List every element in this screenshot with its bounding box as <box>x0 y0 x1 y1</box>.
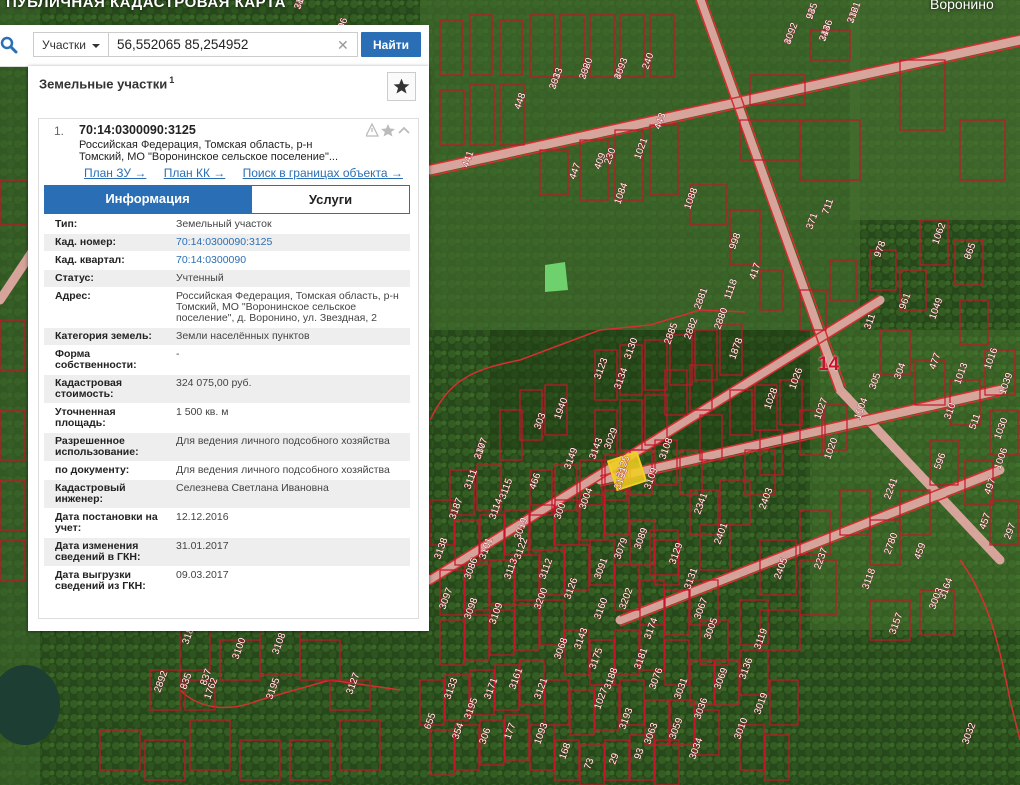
info-row-value: 324 075,00 руб. <box>176 377 252 389</box>
result-cad-number[interactable]: 70:14:0300090:3125 <box>79 123 196 137</box>
search-icon[interactable] <box>0 36 18 54</box>
collapse-icon[interactable] <box>398 126 410 134</box>
info-row-key: Кад. квартал: <box>55 254 125 266</box>
info-row: Дата изменения сведений в ГКН: 31.01.2017 <box>44 538 410 567</box>
info-row-value[interactable]: 70:14:0300090 <box>164 252 410 269</box>
info-row-value: Для ведения личного подсобного хозяйства <box>176 435 390 447</box>
info-row: Кад. номер: 70:14:0300090:3125 <box>44 234 410 252</box>
info-row-key: Уточненная площадь: <box>55 406 116 429</box>
info-row-key: Тип: <box>55 218 78 230</box>
find-button[interactable]: Найти <box>361 32 421 57</box>
results-count: 1 <box>169 75 175 85</box>
search-category-select[interactable]: Участки <box>33 32 109 57</box>
info-row-value: - <box>176 348 180 360</box>
info-row-value: Учтенный <box>176 272 224 284</box>
info-row-key: Дата выгрузки сведений из ГКН: <box>55 569 146 592</box>
info-row-key: по документу: <box>55 464 130 476</box>
info-row: Форма собственности: - <box>44 346 410 375</box>
result-card: 1. 70:14:0300090:3125 Российская Федерац… <box>38 118 419 619</box>
card-actions <box>366 123 410 137</box>
info-row-key: Адрес: <box>55 290 91 302</box>
info-row-key: Кадастровая стоимость: <box>55 377 122 400</box>
info-row-value: Земельный участок <box>176 218 272 230</box>
info-row-value: Для ведения личного подсобного хозяйства <box>176 464 390 476</box>
result-index: 1. <box>54 124 65 138</box>
panel-title-text: Земельные участки <box>39 76 168 92</box>
info-row: Дата постановки на учет: 12.12.2016 <box>44 509 410 538</box>
info-row: Статус: Учтенный <box>44 270 410 288</box>
info-row: Кад. квартал: 70:14:0300090 <box>44 252 410 270</box>
info-row: Кадастровая стоимость: 324 075,00 руб. <box>44 375 410 404</box>
results-panel: Земельные участки 1 1. 70:14:0300090:3125… <box>28 66 429 631</box>
cadastral-quarter-label: 14 <box>818 354 840 375</box>
info-row-value: Российская Федерация, Томская область, р… <box>176 290 399 324</box>
info-row-value: 12.12.2016 <box>176 511 229 523</box>
search-in-bounds-link[interactable]: Поиск в границах объекта → <box>243 166 403 180</box>
village-name: Воронино <box>930 0 994 12</box>
chevron-down-icon <box>92 44 100 48</box>
info-row: Кадастровый инженер: Селезнева Светлана И… <box>44 480 410 509</box>
info-row-key: Форма собственности: <box>55 348 137 371</box>
star-icon <box>393 78 410 94</box>
info-row-value[interactable]: 70:14:0300090:3125 <box>164 234 410 251</box>
info-row: Тип: Земельный участок <box>44 216 410 234</box>
info-row: Уточненная площадь: 1 500 кв. м <box>44 404 410 433</box>
plan-zu-link[interactable]: План ЗУ → <box>84 166 146 180</box>
plan-kk-link[interactable]: План КК → <box>164 166 226 180</box>
clear-icon[interactable]: ✕ <box>337 37 349 54</box>
info-row-value: 1 500 кв. м <box>176 406 229 418</box>
info-row-key: Дата постановки на учет: <box>55 511 158 534</box>
info-row-value: 31.01.2017 <box>176 540 229 552</box>
info-row: по документу: Для ведения личного подсобн… <box>44 462 410 480</box>
search-input[interactable] <box>108 32 358 57</box>
info-row-value: 09.03.2017 <box>176 569 229 581</box>
favorites-button[interactable] <box>387 72 416 101</box>
info-row-key: Категория земель: <box>55 330 152 342</box>
map-title: ПУБЛИЧНАЯ КАДАСТРОВАЯ КАРТА <box>6 0 286 11</box>
warning-icon[interactable] <box>366 123 380 137</box>
info-row-key: Дата изменения сведений в ГКН: <box>55 540 141 563</box>
tab-information[interactable]: Информация <box>44 185 251 214</box>
info-row: Дата выгрузки сведений из ГКН: 09.03.2017 <box>44 567 410 596</box>
tab-services[interactable]: Услуги <box>251 185 410 214</box>
favorite-star-icon[interactable] <box>381 124 395 137</box>
card-tabs: Информация Услуги <box>44 185 410 214</box>
result-address: Российская Федерация, Томская область, р… <box>79 139 339 163</box>
info-row-value: Селезнева Светлана Ивановна <box>176 482 329 494</box>
card-links: План ЗУ → План КК → Поиск в границах объ… <box>84 166 417 180</box>
search-bar: Участки ✕ Найти <box>0 25 429 67</box>
info-row: Категория земель: Земли населённых пункто… <box>44 328 410 346</box>
search-category-value: Участки <box>42 38 86 52</box>
info-row-key: Статус: <box>55 272 94 284</box>
info-row-key: Разрешенное использование: <box>55 435 139 458</box>
info-row-value: Земли населённых пунктов <box>176 330 310 342</box>
info-row-key: Кад. номер: <box>55 236 117 248</box>
info-row: Адрес: Российская Федерация, Томская обла… <box>44 288 410 328</box>
info-row-key: Кадастровый инженер: <box>55 482 126 505</box>
panel-title: Земельные участки 1 <box>39 75 174 91</box>
info-table: Тип: Земельный участок Кад. номер: 70:14:03… <box>44 216 410 596</box>
info-row: Разрешенное использование: Для ведения ли… <box>44 433 410 462</box>
